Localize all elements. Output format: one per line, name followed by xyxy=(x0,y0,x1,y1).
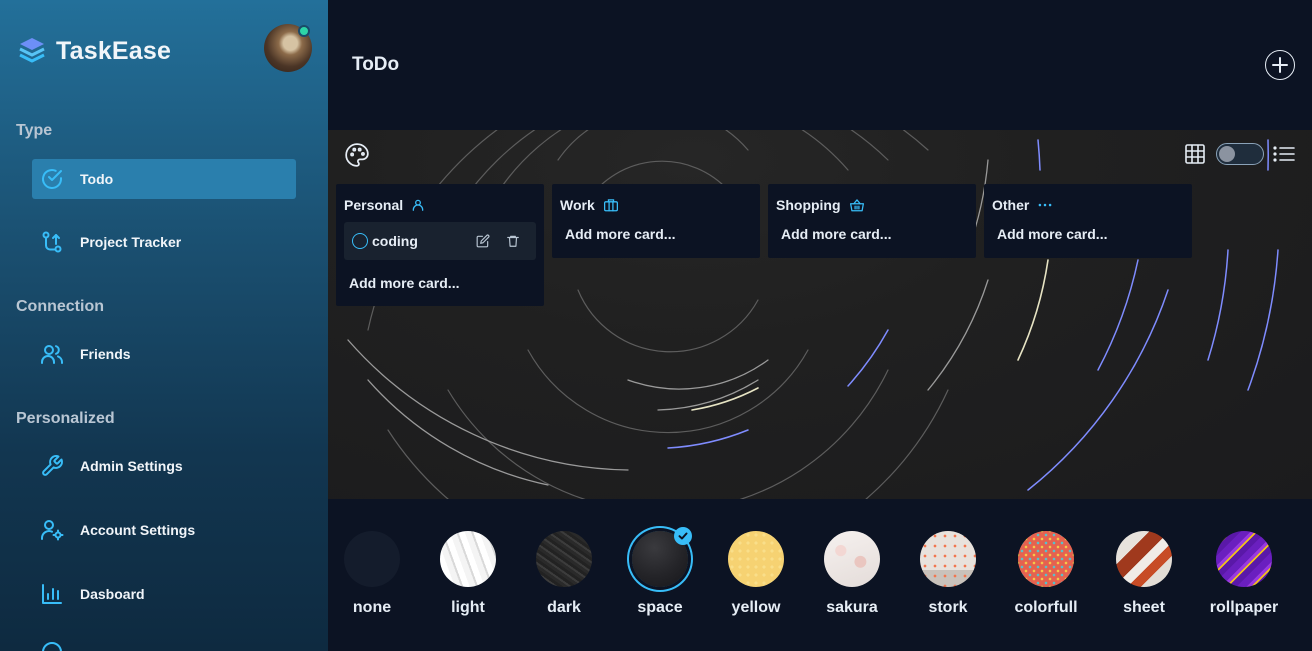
edit-icon[interactable] xyxy=(476,234,490,248)
task-text: coding xyxy=(372,233,418,249)
theme-label: yellow xyxy=(731,599,781,616)
list-icon xyxy=(1273,146,1295,162)
theme-swatch[interactable] xyxy=(344,531,400,587)
theme-option-dark[interactable]: dark xyxy=(524,531,604,617)
sidebar-item-admin-settings[interactable]: Admin Settings xyxy=(32,446,296,486)
theme-option-light[interactable]: light xyxy=(428,531,508,617)
theme-swatch[interactable] xyxy=(1018,531,1074,587)
task-status-circle[interactable] xyxy=(352,233,368,249)
theme-option-colorfull[interactable]: colorfull xyxy=(1006,531,1086,617)
column-header: Work xyxy=(552,184,760,216)
task-card[interactable]: coding xyxy=(344,222,536,260)
theme-option-yellow[interactable]: yellow xyxy=(716,531,796,617)
theme-option-sakura[interactable]: sakura xyxy=(812,531,892,617)
theme-label: colorfull xyxy=(1014,599,1078,616)
add-card-button[interactable]: Add more card... xyxy=(336,275,544,291)
sidebar-item-account-settings[interactable]: Account Settings xyxy=(32,510,296,550)
user-icon xyxy=(412,199,424,211)
sidebar-item-todo[interactable]: Todo xyxy=(32,159,296,199)
column-work: Work Add more card... xyxy=(552,184,760,258)
theme-swatch[interactable] xyxy=(728,531,784,587)
sidebar-item-friends[interactable]: Friends xyxy=(32,334,296,374)
sidebar-item-label: Friends xyxy=(80,346,131,362)
column-personal: Personal coding Add more card... xyxy=(336,184,544,306)
column-header: Other xyxy=(984,184,1192,216)
online-status-dot xyxy=(298,25,310,37)
app-name: TaskEase xyxy=(56,36,172,65)
sidebar-item-label: Admin Settings xyxy=(80,458,183,474)
theme-swatch[interactable] xyxy=(536,531,592,587)
theme-label: sheet xyxy=(1123,599,1165,616)
stack-logo-icon xyxy=(19,38,45,63)
theme-label: rollpaper xyxy=(1209,599,1279,616)
plus-icon xyxy=(1272,57,1288,73)
sidebar-item-partial-icon xyxy=(40,640,64,651)
section-title-personalized: Personalized xyxy=(16,410,115,427)
column-title: Work xyxy=(560,196,595,213)
column-header: Personal xyxy=(336,184,544,216)
column-shopping: Shopping Add more card... xyxy=(768,184,976,258)
theme-picker: none light dark space yellow sakura stor… xyxy=(328,499,1312,651)
theme-swatch[interactable] xyxy=(1216,531,1272,587)
theme-swatch[interactable] xyxy=(632,527,692,587)
brand[interactable]: TaskEase xyxy=(18,36,171,66)
theme-label: dark xyxy=(547,599,581,616)
theme-option-sheet[interactable]: sheet xyxy=(1104,531,1184,617)
check-circle-icon xyxy=(40,167,64,191)
sidebar-item-dashboard[interactable]: Dasboard xyxy=(32,574,296,614)
theme-swatch[interactable] xyxy=(824,531,880,587)
view-toggle[interactable] xyxy=(1216,143,1264,165)
column-title: Shopping xyxy=(776,196,841,213)
git-branch-icon xyxy=(40,230,64,254)
theme-option-space[interactable]: space xyxy=(620,527,700,617)
sidebar-item-label: Account Settings xyxy=(80,522,196,538)
user-cog-icon xyxy=(40,518,64,542)
sidebar-item-project-tracker[interactable]: Project Tracker xyxy=(32,222,296,262)
grid-view-button[interactable] xyxy=(1184,143,1206,165)
theme-label: none xyxy=(352,599,392,616)
basket-icon xyxy=(849,198,864,211)
grid-icon xyxy=(1185,144,1205,164)
theme-swatch[interactable] xyxy=(920,531,976,587)
palette-icon xyxy=(345,143,369,167)
toggle-knob xyxy=(1219,145,1235,162)
ellipsis-icon xyxy=(1038,203,1052,206)
sidebar-item-label: Todo xyxy=(80,171,114,187)
wrench-icon xyxy=(40,454,64,478)
add-card-button[interactable]: Add more card... xyxy=(984,226,1192,242)
list-view-button[interactable] xyxy=(1272,143,1296,165)
theme-label: stork xyxy=(928,599,968,616)
theme-label: light xyxy=(451,599,485,616)
column-title: Other xyxy=(992,196,1030,213)
theme-option-rollpaper[interactable]: rollpaper xyxy=(1204,531,1284,617)
column-title: Personal xyxy=(344,196,404,213)
add-card-button[interactable]: Add more card... xyxy=(552,226,760,242)
selected-check-icon xyxy=(674,527,692,545)
theme-option-none[interactable]: none xyxy=(332,531,412,617)
trash-icon[interactable] xyxy=(506,234,520,248)
users-icon xyxy=(40,342,64,366)
board: Personal coding Add more card... Work Ad… xyxy=(328,130,1312,499)
theme-swatch[interactable] xyxy=(440,531,496,587)
briefcase-icon xyxy=(603,198,618,211)
page-title: ToDo xyxy=(352,54,400,75)
sidebar: TaskEase Type Todo Project Tracker Conne… xyxy=(0,0,328,651)
column-other: Other Add more card... xyxy=(984,184,1192,258)
add-card-button[interactable]: Add more card... xyxy=(768,226,976,242)
bar-chart-icon xyxy=(40,582,64,606)
add-button[interactable] xyxy=(1265,50,1295,80)
theme-option-stork[interactable]: stork xyxy=(908,531,988,617)
theme-label: space xyxy=(637,599,683,616)
sidebar-item-label: Dasboard xyxy=(80,586,145,602)
theme-label: sakura xyxy=(826,599,878,616)
theme-swatch[interactable] xyxy=(1116,531,1172,587)
column-header: Shopping xyxy=(768,184,976,216)
section-title-connection: Connection xyxy=(16,298,104,315)
palette-button[interactable] xyxy=(344,142,370,168)
page-header: ToDo xyxy=(328,0,1312,130)
section-title-type: Type xyxy=(16,122,53,139)
sidebar-item-label: Project Tracker xyxy=(80,234,182,250)
